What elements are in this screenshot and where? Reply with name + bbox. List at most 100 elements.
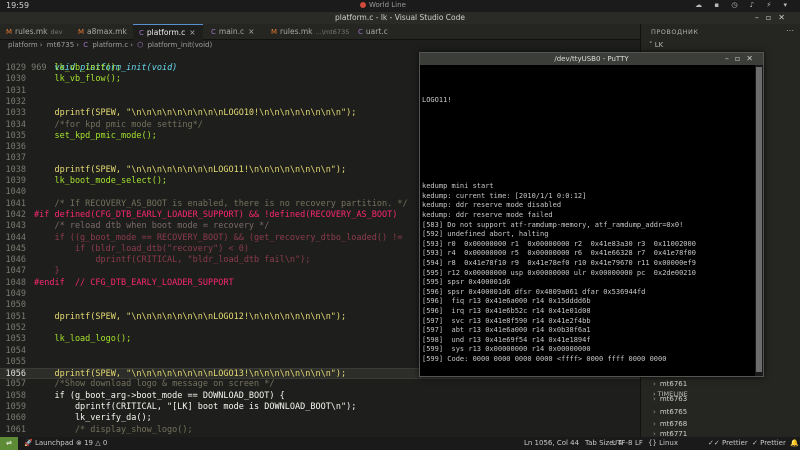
putty-scrollbar[interactable] [755, 65, 763, 376]
makefile-icon: M [78, 28, 85, 36]
tree-item-mt6761[interactable]: › mt6761 [653, 380, 687, 388]
code-text: set_kpd_pmic_mode(); [34, 130, 157, 141]
terminal-line: [598] und r13 0x41e69f54 r14 0x41e1894f [422, 335, 591, 344]
minimize-icon[interactable]: – [725, 54, 735, 63]
prettier-status[interactable]: ✓✓ Prettier [708, 439, 748, 447]
minimize-icon[interactable]: – [755, 13, 766, 22]
tab-label: rules.mk [280, 27, 313, 36]
makefile-icon: M [6, 28, 13, 36]
line-ending[interactable]: LF [635, 439, 643, 447]
window-controls[interactable]: –▫✕ [755, 13, 792, 22]
line-number: 1046 [5, 255, 26, 266]
system-tray[interactable]: ☁ ▪ ◷ ♪ ⚡ ▾ [695, 1, 792, 9]
terminal-line: kedump: ddr reserve mode failed [422, 211, 553, 219]
line-number: 1053 [5, 334, 26, 345]
code-text: dprintf(SPEW, "\n\n\n\n\n\n\n\nLOGO12!\n… [34, 311, 347, 322]
explorer-folder[interactable]: ˅ LK [649, 41, 663, 49]
tree-item-mt6768[interactable]: › mt6768 [653, 420, 687, 428]
line-number: 1055 [5, 356, 26, 367]
line-number: 1048 [5, 277, 26, 288]
warning-icon: △ [93, 439, 103, 447]
tab-platform-c[interactable]: Cplatform.c × [133, 24, 203, 40]
close-tab-icon[interactable]: × [248, 27, 254, 36]
code-text: dprintf(CRITICAL, "bldr_load_dtb fail\n"… [34, 255, 311, 266]
remote-icon[interactable]: ⇌ [0, 437, 18, 450]
tab-label: platform.c [146, 28, 186, 37]
timeline-section[interactable]: › TIMELINE [653, 390, 688, 398]
code-line[interactable]: 1058 if (g_boot_arg->boot_mode == DOWNLO… [0, 391, 640, 402]
breadcrumb-item[interactable]: platform [8, 41, 38, 49]
tab-a8max-mk[interactable]: Ma8max.mk [72, 24, 130, 40]
tree-item-mt6765[interactable]: › mt6765 [653, 408, 687, 416]
line-number: 1043 [5, 221, 26, 232]
code-line[interactable]: 1061 /* display_show_logo(); [0, 425, 640, 436]
terminal-line: LOGO11! [422, 95, 452, 104]
putty-terminal-output[interactable]: LOGO11! kedump mini start kedump: current … [420, 65, 755, 376]
maximize-icon[interactable]: ▫ [766, 13, 778, 22]
more-actions-icon[interactable]: ⋯ [786, 26, 794, 35]
status-left: ⇌ [0, 437, 18, 450]
code-text: /*Show download logo & message on screen… [34, 379, 275, 390]
function-icon: ⬡ [137, 41, 144, 49]
line-number: 1049 [5, 289, 26, 299]
code-text: /* If RECOVERY_AS_BOOT is enabled, there… [34, 198, 408, 209]
code-line[interactable]: 1059 dprintf(CRITICAL, "[LK] boot mode i… [0, 402, 640, 413]
line-number: 1034 [5, 119, 26, 130]
warnings-count: 0 [102, 439, 108, 447]
code-line[interactable]: 1060 lk_verify_da(); [0, 413, 640, 424]
tree-item-label: mt6765 [659, 408, 688, 416]
scrollbar-thumb[interactable] [756, 67, 762, 372]
launchpad-label: Launchpad [34, 439, 74, 447]
tab-path: dev [50, 28, 63, 36]
system-center-label[interactable]: World Line [360, 1, 406, 9]
terminal-line: [595] r12 0x00000000 usp 0x00000000 ulr … [422, 268, 696, 277]
system-center-text: World Line [369, 1, 406, 9]
tab-rules-mk-mt6735[interactable]: Mrules.mk ...\mt6735 [265, 24, 350, 40]
language-mode[interactable]: {} Linux [648, 439, 678, 447]
check-icon: ✓ [752, 439, 761, 447]
prettier-label: Prettier [760, 439, 786, 447]
close-icon[interactable]: ✕ [746, 54, 759, 63]
tab-rules-mk-dev[interactable]: Mrules.mk dev [0, 24, 63, 40]
prettier-label: Prettier [721, 439, 748, 447]
title-bar: platform.c - lk - Visual Studio Code –▫✕ [0, 12, 800, 24]
tab-label: uart.c [365, 27, 388, 36]
problems-indicator[interactable]: ⊗ 19 △ 0 [76, 439, 107, 447]
breadcrumb-item[interactable]: mt6735 [47, 41, 74, 49]
close-tab-icon[interactable]: × [189, 28, 195, 37]
line-number: 1054 [5, 345, 26, 356]
code-text: if (bldr_load_dtb("recovery") < 0) [34, 243, 249, 254]
rocket-icon: 🚀 [24, 439, 35, 447]
breadcrumb-item[interactable]: platform.c [92, 41, 128, 49]
maximize-icon[interactable]: ▫ [735, 54, 746, 63]
tab-main-c[interactable]: Cmain.c × [205, 24, 260, 40]
error-icon: ⊗ [76, 439, 85, 447]
tab-uart-c[interactable]: Cuart.c [352, 24, 407, 40]
status-bar: ⇌ 🚀 Launchpad ⊗ 19 △ 0 Ln 1056, Col 44 T… [0, 437, 800, 450]
notifications-icon[interactable]: 🔔 [790, 439, 799, 447]
breadcrumb-item[interactable]: platform_init(void) [148, 41, 213, 49]
close-icon[interactable]: ✕ [778, 13, 792, 22]
terminal-line: [596] irq r13 0x41e6b52c r14 0x41e01d08 [422, 307, 591, 315]
launchpad-button[interactable]: 🚀 Launchpad [24, 439, 73, 447]
cursor-position[interactable]: Ln 1056, Col 44 [524, 439, 579, 447]
breadcrumb: platform › mt6735 › C platform.c › ⬡ platfo… [0, 41, 640, 52]
terminal-line: [583] Do not support atf-ramdump-memory,… [422, 220, 684, 229]
line-number: 1044 [5, 232, 26, 243]
terminal-line: kedump mini start [422, 182, 494, 191]
code-text: /*for kpd pmic mode setting*/ [34, 119, 203, 130]
system-top-bar: 19:59 World Line ☁ ▪ ◷ ♪ ⚡ ▾ [0, 0, 800, 12]
makefile-icon: M [271, 28, 278, 36]
code-text: lk_load_logo(); [34, 334, 132, 345]
code-text: lk_verify_da(); [34, 413, 152, 424]
putty-window[interactable]: /dev/ttyUSB0 - PuTTY –▫✕ LOGO11! kedump m… [419, 52, 764, 377]
line-number: 1040 [5, 187, 26, 198]
code-line[interactable]: 1057 /*Show download logo & message on s… [0, 379, 640, 390]
code-text: /* reload dtb when boot mode = recovery … [34, 221, 270, 232]
prettier-status-2[interactable]: ✓ Prettier [752, 439, 786, 447]
line-number: 1037 [5, 153, 26, 164]
putty-window-controls[interactable]: –▫✕ [725, 53, 759, 65]
breadcrumb-separator: › [130, 41, 133, 49]
system-clock: 19:59 [6, 1, 30, 10]
encoding[interactable]: UTF-8 [612, 439, 632, 447]
